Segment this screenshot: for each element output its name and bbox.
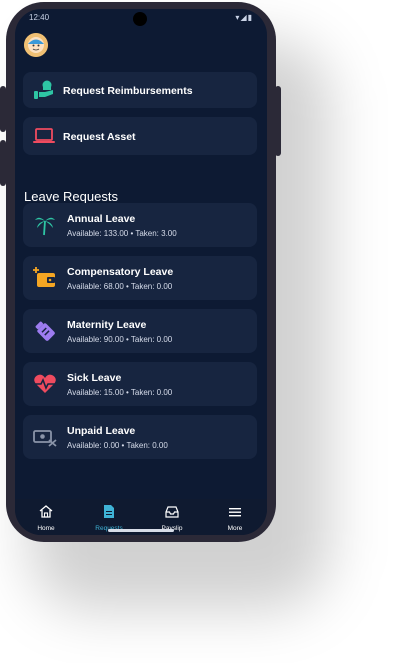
- palm-tree-icon: [35, 217, 55, 236]
- leave-card-annual[interactable]: Annual Leave Available: 133.00 • Taken: …: [23, 203, 257, 247]
- hand-money-icon: [34, 80, 53, 99]
- leave-summary: Available: 0.00 • Taken: 0.00: [67, 441, 168, 450]
- leave-summary: Available: 68.00 • Taken: 0.00: [67, 282, 173, 291]
- leave-name: Annual Leave: [67, 213, 136, 225]
- nav-label: More: [227, 525, 243, 532]
- leave-name: Sick Leave: [67, 372, 122, 384]
- inbox-icon: [165, 506, 179, 518]
- leave-name: Maternity Leave: [67, 319, 147, 331]
- request-asset-button[interactable]: Request Asset: [23, 117, 257, 155]
- camera-cutout: [133, 12, 147, 26]
- leave-card-maternity[interactable]: Maternity Leave Available: 90.00 • Taken…: [23, 309, 257, 353]
- section-title: Leave Requests: [24, 189, 118, 204]
- leave-card-sick[interactable]: Sick Leave Available: 15.00 • Taken: 0.0…: [23, 362, 257, 406]
- laptop-icon: [33, 128, 55, 143]
- leave-name: Compensatory Leave: [67, 266, 174, 278]
- nav-payslip[interactable]: Payslip: [147, 505, 197, 532]
- heartbeat-icon: [34, 374, 56, 393]
- baby-bottle-icon: [35, 321, 55, 341]
- request-asset-label: Request Asset: [63, 131, 136, 143]
- menu-icon: [229, 508, 241, 517]
- status-time: 12:40: [29, 13, 50, 22]
- request-reimbursements-button[interactable]: Request Reimbursements: [23, 72, 257, 108]
- nav-more[interactable]: More: [210, 505, 260, 532]
- app-screen: 12:40 ▾◢▮ Request Reimbursements Request…: [15, 9, 267, 535]
- home-indicator[interactable]: [108, 529, 174, 532]
- leave-name: Unpaid Leave: [67, 425, 136, 437]
- leave-summary: Available: 90.00 • Taken: 0.00: [67, 335, 173, 344]
- wallet-plus-icon: [33, 267, 55, 287]
- leave-card-compensatory[interactable]: Compensatory Leave Available: 68.00 • Ta…: [23, 256, 257, 300]
- money-off-icon: [33, 430, 57, 447]
- nav-requests[interactable]: Requests: [84, 505, 134, 532]
- avatar-icon: [24, 33, 48, 57]
- request-reimbursements-label: Request Reimbursements: [63, 85, 193, 97]
- home-icon: [39, 505, 53, 518]
- status-icons: ▾◢▮: [235, 13, 253, 22]
- leave-summary: Available: 15.00 • Taken: 0.00: [67, 388, 173, 397]
- nav-label: Home: [37, 525, 55, 532]
- nav-home[interactable]: Home: [21, 505, 71, 532]
- leave-card-unpaid[interactable]: Unpaid Leave Available: 0.00 • Taken: 0.…: [23, 415, 257, 459]
- document-icon: [104, 505, 114, 518]
- leave-summary: Available: 133.00 • Taken: 3.00: [67, 229, 177, 238]
- avatar[interactable]: [24, 33, 48, 57]
